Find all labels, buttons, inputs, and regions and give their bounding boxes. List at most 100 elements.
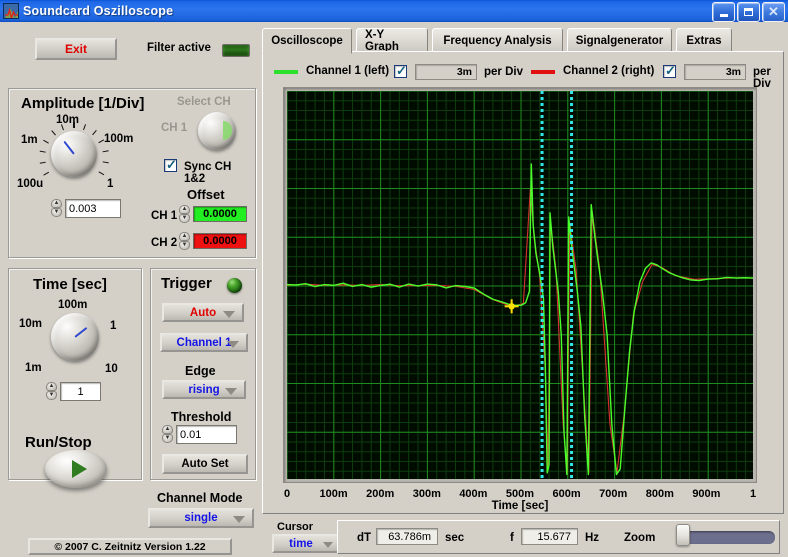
tab-xy-graph[interactable]: X-Y Graph (356, 28, 428, 53)
amplitude-title: Amplitude [1/Div] (21, 95, 145, 112)
channel2-enable-checkbox[interactable]: ✓ (663, 64, 676, 78)
offset-ch1-label: CH 1 (151, 210, 178, 222)
select-channel-label: Select CH (177, 96, 231, 108)
cursor-mode-dropdown[interactable]: time (272, 534, 340, 553)
run-stop-button[interactable] (45, 450, 107, 488)
sync-channels-checkbox[interactable]: ✓ (164, 157, 177, 172)
knob-tick (92, 129, 98, 136)
frequency-value: 15.677 (521, 528, 578, 545)
offset-ch2-label: CH 2 (151, 237, 178, 249)
time-knob[interactable] (51, 313, 99, 361)
exit-button[interactable]: Exit (35, 38, 117, 60)
sync-channels-label: Sync CH 1&2 (184, 161, 232, 185)
channel1-per-div-label: per Div (484, 66, 523, 78)
threshold-input[interactable]: 0.01 (176, 425, 237, 444)
x-tick-label: 400m (459, 488, 488, 500)
filter-active-led[interactable] (222, 44, 250, 57)
amplitude-knob-label-100m: 100m (104, 133, 134, 145)
trigger-source-value: Channel 1 (176, 336, 232, 349)
x-tick-label: 900m (692, 488, 721, 500)
select-channel-knob[interactable] (198, 112, 236, 150)
time-knob-label-10: 10 (105, 363, 118, 375)
time-panel: Time [sec] 100m 10m 1 10 1m ▲ ▼ 1 Run/St… (8, 268, 142, 480)
channel-mode-label: Channel Mode (157, 491, 243, 505)
offset-ch1-value[interactable]: 0.0000 (193, 206, 247, 222)
offset-ch2-spinner-down[interactable]: ▼ (179, 241, 190, 250)
tab-extras[interactable]: Extras (676, 28, 732, 52)
time-knob-label-1: 1 (110, 320, 117, 332)
checkmark-icon: ✓ (166, 157, 177, 172)
amplitude-knob-needle (63, 140, 75, 155)
amplitude-knob-label-1m: 1m (21, 134, 38, 146)
trigger-edge-dropdown[interactable]: rising (162, 380, 246, 399)
knob-tick (102, 150, 109, 153)
time-value-input[interactable]: 1 (60, 382, 101, 401)
knob-tick (98, 170, 105, 176)
zoom-slider-thumb[interactable] (676, 524, 690, 546)
zoom-slider-track[interactable] (681, 531, 775, 544)
knob-tick (43, 138, 50, 144)
amplitude-knob-label-1: 1 (107, 178, 114, 190)
knob-tick (50, 129, 56, 136)
tab-frequency-analysis[interactable]: Frequency Analysis (432, 28, 563, 52)
window-controls: ✕ (712, 2, 785, 22)
x-tick-label: 600m (552, 488, 581, 500)
minimize-button[interactable] (712, 2, 735, 22)
cursor-label: Cursor (277, 521, 314, 533)
application-window: Soundcard Oszilloscope ✕ Exit Filter act… (0, 0, 788, 557)
x-tick-label: 500m (505, 488, 535, 500)
minimize-icon (719, 13, 728, 17)
amplitude-spinner-up[interactable]: ▲ (51, 199, 62, 208)
time-spinner-down[interactable]: ▼ (46, 391, 57, 400)
channel2-per-div-label: per Div (753, 66, 771, 90)
oscilloscope-plot-frame[interactable] (283, 87, 757, 483)
time-spinner[interactable]: ▲ ▼ (46, 382, 57, 401)
close-button[interactable]: ✕ (762, 2, 785, 22)
channel2-label: Channel 2 (right) (563, 65, 655, 77)
amplitude-spinner-down[interactable]: ▼ (51, 208, 62, 217)
dt-value: 63.786m (376, 528, 438, 545)
knob-tick (39, 161, 46, 164)
chevron-down-icon (233, 516, 245, 523)
threshold-spinner-up[interactable]: ▲ (162, 425, 173, 434)
amplitude-knob[interactable] (51, 131, 97, 177)
trigger-mode-dropdown[interactable]: Auto (162, 303, 244, 322)
select-channel-knob-indicator (223, 121, 232, 140)
trigger-source-dropdown[interactable]: Channel 1 (160, 333, 248, 352)
threshold-spinner-down[interactable]: ▼ (162, 434, 173, 443)
dt-unit: sec (445, 532, 465, 544)
offset-ch2-spinner[interactable]: ▲ ▼ (179, 232, 190, 251)
maximize-button[interactable] (737, 2, 760, 22)
channel2-per-div-input[interactable]: 3m (684, 64, 746, 80)
time-knob-label-10m: 10m (19, 318, 43, 330)
chevron-down-icon (323, 541, 333, 548)
run-stop-label: Run/Stop (25, 434, 92, 451)
frequency-label: f (510, 532, 514, 544)
tab-signalgenerator[interactable]: Signalgenerator (567, 28, 672, 52)
offset-ch2-spinner-up[interactable]: ▲ (179, 232, 190, 241)
offset-ch1-spinner-down[interactable]: ▼ (179, 214, 190, 223)
x-tick-label: 0 (283, 488, 291, 500)
knob-tick (73, 122, 75, 128)
tab-oscilloscope[interactable]: Oscilloscope (262, 28, 352, 54)
auto-set-button[interactable]: Auto Set (162, 454, 248, 474)
channel1-enable-checkbox[interactable]: ✓ (394, 64, 407, 78)
knob-tick (39, 150, 46, 153)
trigger-edge-label: Edge (185, 364, 216, 378)
offset-ch1-spinner-up[interactable]: ▲ (179, 205, 190, 214)
chevron-down-icon (223, 310, 235, 318)
oscilloscope-plot[interactable] (287, 91, 753, 479)
tab-strip: Oscilloscope X-Y Graph Frequency Analysi… (262, 28, 784, 54)
time-spinner-up[interactable]: ▲ (46, 382, 57, 391)
channel1-per-div-input[interactable]: 3m (415, 64, 477, 80)
offset-ch1-spinner[interactable]: ▲ ▼ (179, 205, 190, 224)
trigger-led (227, 278, 242, 293)
amplitude-value-input[interactable]: 0.003 (65, 199, 121, 218)
amplitude-panel: Amplitude [1/Div] 10m 1m 100m 1 100u ▲ ▼… (8, 88, 256, 258)
threshold-spinner[interactable]: ▲ ▼ (162, 425, 173, 444)
chevron-down-icon (227, 340, 239, 348)
channel-mode-dropdown[interactable]: single (148, 508, 254, 528)
x-axis-title: Time [sec] (491, 500, 549, 512)
offset-ch2-value[interactable]: 0.0000 (193, 233, 247, 249)
amplitude-spinner[interactable]: ▲ ▼ (51, 199, 62, 218)
